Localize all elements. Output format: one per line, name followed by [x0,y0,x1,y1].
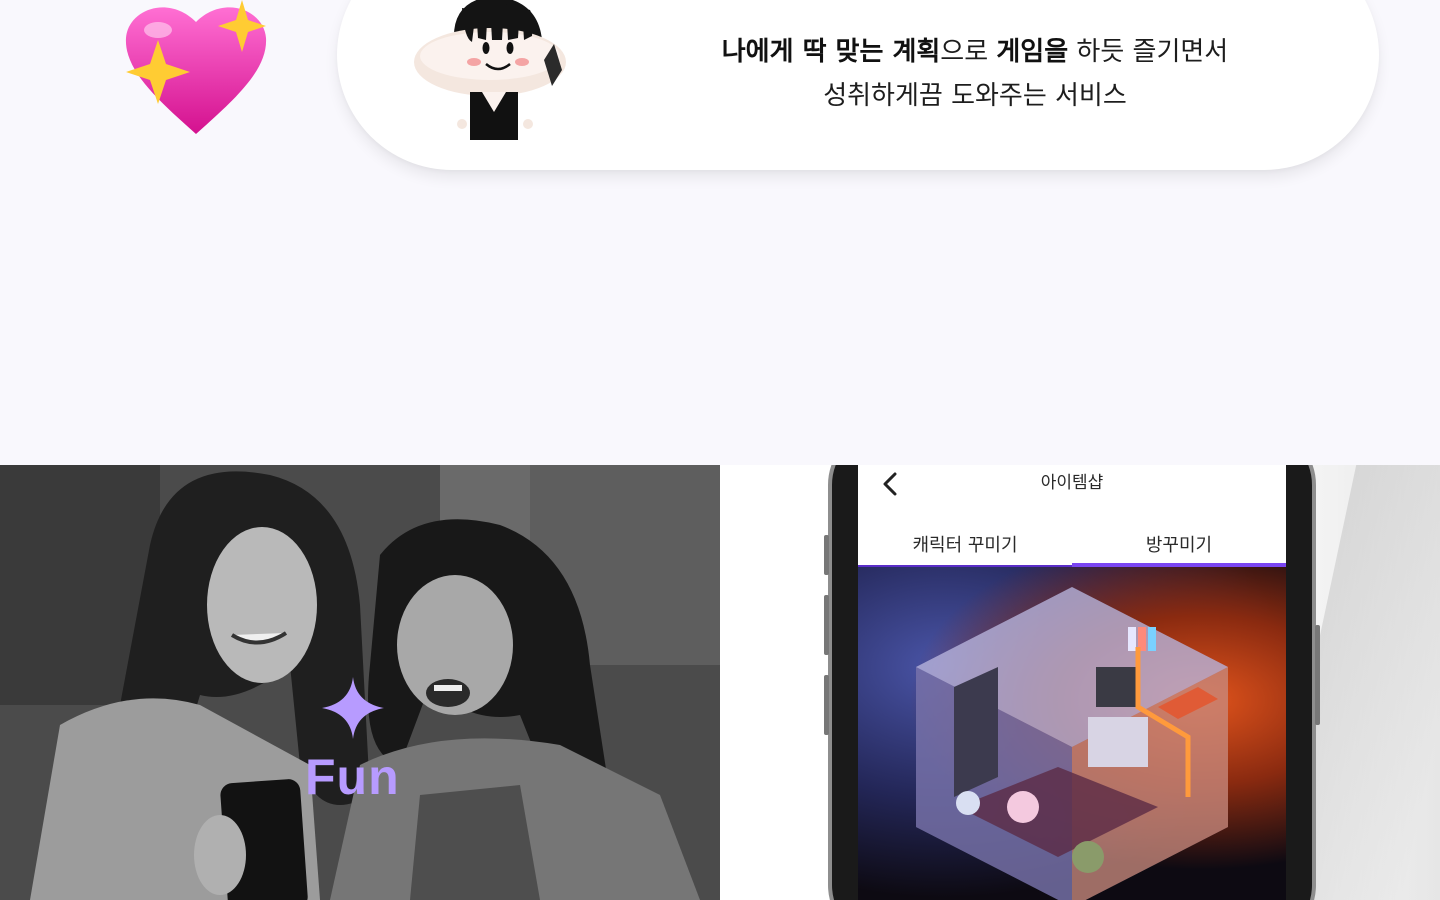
phone-side-button [824,535,829,575]
phone-side-button [824,675,829,735]
phone-panel: 아이템샵 캐릭터 꾸미기 방꾸미기 [720,465,1440,900]
tab-character-decor[interactable]: 캐릭터 꾸미기 [858,531,1072,557]
tab-bar: 캐릭터 꾸미기 방꾸미기 [858,523,1286,567]
intro-text-line-2: 성취하게끔 도와주는 서비스 [823,81,1127,111]
feature-label: Fun [305,749,400,805]
intro-text: 나에게 딱 맞는 계획으로 게임을 하듯 즐기면서 성취하게끔 도와주는 서비스 [640,30,1310,118]
four-point-star-icon [322,677,384,739]
intro-section: 나에게 딱 맞는 계획으로 게임을 하듯 즐기면서 성취하게끔 도와주는 서비스 [0,0,1440,465]
isometric-room-illustration [916,587,1228,900]
sparkling-heart-icon [125,0,267,134]
app-title: 아이템샵 [1040,473,1104,493]
intro-text-bold-2: 게임을 [996,37,1069,67]
intro-text-bold-1: 나에게 딱 맞는 계획 [721,37,941,67]
app-header: 아이템샵 [858,465,1286,505]
phone-power-button [1315,625,1320,725]
character-illustration [414,0,566,140]
intro-text-plain-1: 으로 [940,37,997,67]
room-preview[interactable] [858,567,1286,900]
tab-room-decor[interactable]: 방꾸미기 [1072,531,1286,557]
phone-screen: 아이템샵 캐릭터 꾸미기 방꾸미기 [858,465,1286,900]
phone-side-button [824,595,829,655]
intro-text-plain-2: 하듯 즐기면서 [1068,37,1229,67]
